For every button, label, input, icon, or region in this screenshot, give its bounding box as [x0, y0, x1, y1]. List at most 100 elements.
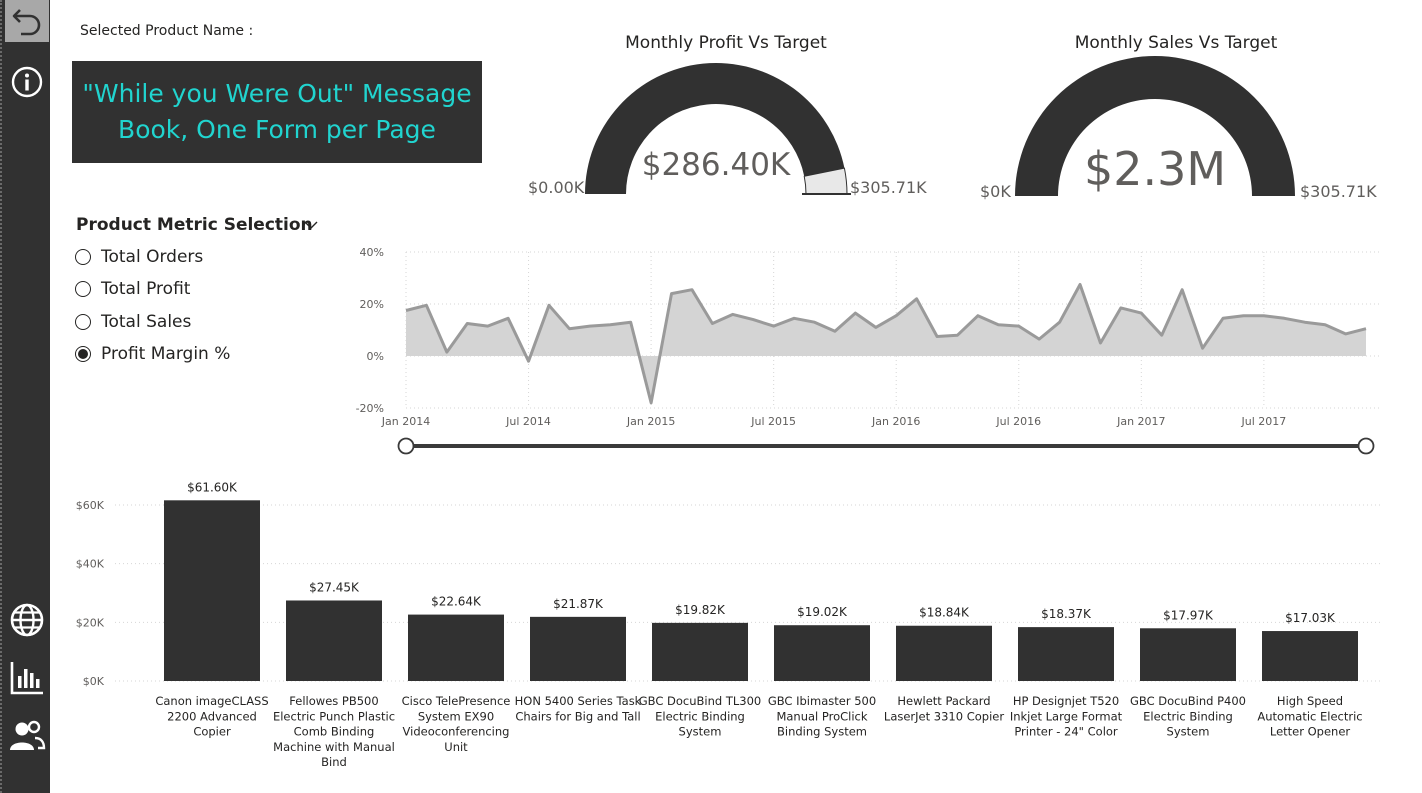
data-point[interactable] [527, 359, 531, 363]
data-point[interactable] [1364, 327, 1368, 331]
data-point[interactable] [996, 323, 1000, 327]
radio-button[interactable] [75, 345, 91, 362]
back-button[interactable] [5, 0, 49, 42]
customers-page-button[interactable] [5, 716, 49, 756]
sales-gauge-max: $305.71K [1300, 182, 1377, 201]
y-tick-label: $20K [76, 616, 105, 629]
profit-margin-trend-chart[interactable]: 40% 20% 0% -20%Jan 2014 Jul 2014 Jan 2015 Jul … [340, 238, 1390, 468]
bar[interactable] [408, 614, 504, 681]
data-point[interactable] [853, 311, 857, 315]
bar[interactable] [896, 625, 992, 681]
data-point[interactable] [813, 320, 817, 324]
data-point[interactable] [690, 288, 694, 292]
profit-gauge[interactable]: Monthly Profit Vs Target $286.40K $0.00K… [520, 30, 930, 210]
bar[interactable] [286, 600, 382, 681]
x-category-label-line: 2200 Advanced [167, 709, 257, 723]
data-point[interactable] [1323, 323, 1327, 327]
data-point[interactable] [629, 320, 633, 324]
data-point[interactable] [1221, 316, 1225, 320]
bar[interactable] [1262, 631, 1358, 681]
bar-data-label: $17.97K [1163, 608, 1214, 622]
data-point[interactable] [792, 316, 796, 320]
data-point[interactable] [588, 324, 592, 328]
undo-arrow-icon [12, 9, 41, 36]
data-point[interactable] [1262, 314, 1266, 318]
data-point[interactable] [833, 329, 837, 333]
radio-button[interactable] [75, 249, 91, 265]
data-point[interactable] [445, 350, 449, 354]
y-tick-label: 0% [367, 350, 384, 363]
data-point[interactable] [894, 314, 898, 318]
radio-button[interactable] [75, 313, 91, 330]
data-point[interactable] [1303, 320, 1307, 324]
metric-option-total-orders[interactable]: Total Orders [75, 244, 203, 270]
sales-gauge[interactable]: Monthly Sales Vs Target $2.3M $0K $305.7… [975, 30, 1385, 210]
metric-option-label: Total Profit [101, 279, 191, 300]
data-point[interactable] [670, 292, 674, 296]
data-point[interactable] [772, 324, 776, 328]
radio-button[interactable] [75, 281, 91, 298]
date-range-start-handle[interactable] [397, 437, 415, 455]
data-point[interactable] [1098, 341, 1102, 345]
data-point[interactable] [608, 323, 612, 327]
data-point[interactable] [1282, 316, 1286, 320]
data-point[interactable] [1058, 320, 1062, 324]
data-point[interactable] [547, 303, 551, 307]
data-point[interactable] [1344, 332, 1348, 336]
data-point[interactable] [567, 327, 571, 331]
data-point[interactable] [1139, 311, 1143, 315]
data-point[interactable] [404, 309, 408, 313]
globe-icon [10, 603, 44, 637]
top-products-bar-chart[interactable]: $60K $40K $20K $0K $61.60K Canon imageCLASS 22… [60, 472, 1390, 792]
data-point[interactable] [751, 318, 755, 322]
x-category-label-line: Letter Opener [1270, 725, 1351, 739]
data-point[interactable] [935, 335, 939, 339]
map-page-button[interactable] [5, 600, 49, 640]
x-category-label-line: High Speed [1277, 694, 1343, 708]
x-category-label-line: HP Designjet T520 [1013, 694, 1119, 708]
data-point[interactable] [486, 324, 490, 328]
data-point[interactable] [465, 322, 469, 326]
data-point[interactable] [506, 316, 510, 320]
data-point[interactable] [1160, 333, 1164, 337]
info-button[interactable] [5, 62, 49, 102]
x-tick-label: Jul 2016 [995, 415, 1041, 428]
data-point[interactable] [1078, 283, 1082, 287]
data-point[interactable] [1037, 337, 1041, 341]
selected-product-name-line2: Book, One Form per Page [118, 115, 436, 144]
bar[interactable] [530, 616, 626, 681]
x-category-label-line: Machine with Manual [273, 740, 395, 754]
data-point[interactable] [424, 303, 428, 307]
y-tick-label: -20% [356, 402, 384, 415]
x-category-label-line: Unit [444, 740, 468, 754]
data-point[interactable] [1201, 346, 1205, 350]
data-point[interactable] [1017, 324, 1021, 328]
data-point[interactable] [710, 322, 714, 326]
data-point[interactable] [1119, 306, 1123, 310]
bar[interactable] [1018, 627, 1114, 681]
bar[interactable] [652, 622, 748, 681]
x-tick-label: Jul 2015 [750, 415, 796, 428]
chevron-down-icon[interactable] [303, 218, 319, 232]
x-category-label-line: Copier [193, 725, 231, 739]
data-point[interactable] [1180, 288, 1184, 292]
data-point[interactable] [976, 314, 980, 318]
chart-page-button[interactable] [5, 658, 49, 698]
bar[interactable] [164, 500, 260, 681]
data-point[interactable] [915, 297, 919, 301]
data-point[interactable] [955, 333, 959, 337]
bar[interactable] [1140, 628, 1236, 681]
x-category-label: Canon imageCLASS 2200 Advanced Copier [155, 694, 268, 739]
data-point[interactable] [874, 325, 878, 329]
metric-option-profit-margin[interactable]: Profit Margin % [75, 341, 230, 367]
bar-data-label: $22.64K [431, 595, 482, 609]
x-tick-label: Jan 2017 [1116, 415, 1165, 428]
metric-option-total-profit[interactable]: Total Profit [75, 276, 190, 302]
date-range-end-handle[interactable] [1357, 437, 1375, 455]
data-point[interactable] [649, 401, 653, 405]
x-category-label-line: Hewlett Packard [897, 694, 990, 708]
bar[interactable] [774, 625, 870, 681]
data-point[interactable] [731, 312, 735, 316]
metric-option-total-sales[interactable]: Total Sales [75, 309, 191, 335]
data-point[interactable] [1241, 314, 1245, 318]
